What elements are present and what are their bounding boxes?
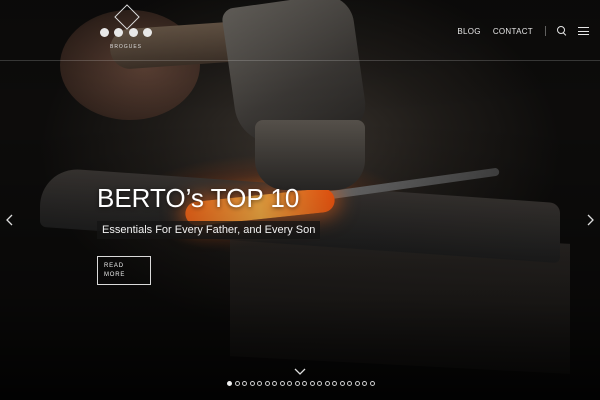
- carousel-dot[interactable]: [227, 381, 232, 386]
- slide-subtitle: Essentials For Every Father, and Every S…: [97, 221, 321, 239]
- search-icon-handle: [562, 32, 567, 36]
- carousel-dot[interactable]: [347, 381, 353, 386]
- logo-dot: [100, 28, 109, 37]
- carousel-dot[interactable]: [317, 381, 323, 386]
- brand-logo[interactable]: BROGUES: [100, 4, 152, 50]
- hamburger-menu-icon[interactable]: [578, 25, 590, 37]
- nav-link-blog[interactable]: BLOG: [457, 27, 480, 36]
- carousel-dot[interactable]: [302, 381, 308, 386]
- carousel-dot[interactable]: [279, 381, 285, 386]
- carousel-dot[interactable]: [287, 381, 293, 386]
- carousel-dot[interactable]: [339, 381, 345, 386]
- carousel-dot[interactable]: [257, 381, 263, 386]
- read-more-label-line2: MORE: [104, 272, 126, 278]
- carousel-dot[interactable]: [369, 381, 375, 386]
- carousel-dot[interactable]: [264, 381, 270, 386]
- read-more-label-line1: READ: [104, 263, 124, 269]
- main-nav: BLOG CONTACT: [457, 24, 600, 38]
- carousel-dot[interactable]: [332, 381, 338, 386]
- carousel-dot[interactable]: [249, 381, 255, 386]
- top-navigation-bar: BROGUES BLOG CONTACT: [0, 0, 600, 61]
- slide-title: BERTO’s TOP 10: [97, 183, 300, 213]
- chevron-left-icon[interactable]: [4, 213, 16, 227]
- hammer-face-shape: [255, 120, 365, 190]
- carousel-dot[interactable]: [234, 381, 240, 386]
- carousel-dot[interactable]: [354, 381, 360, 386]
- carousel-dot[interactable]: [272, 381, 278, 386]
- carousel-dot[interactable]: [324, 381, 330, 386]
- carousel-dot[interactable]: [362, 381, 368, 386]
- read-more-button[interactable]: READ MORE: [97, 256, 151, 285]
- chevron-down-icon[interactable]: [293, 367, 307, 377]
- carousel-dot[interactable]: [294, 381, 300, 386]
- hero-slider: BROGUES BLOG CONTACT BERTO’s TOP 10 Esse…: [0, 0, 600, 400]
- logo-dots: [100, 28, 152, 37]
- chevron-right-icon[interactable]: [584, 213, 596, 227]
- search-icon[interactable]: [556, 25, 568, 37]
- menu-icon-line: [578, 34, 589, 36]
- carousel-dot[interactable]: [242, 381, 248, 386]
- logo-dot: [128, 28, 138, 37]
- logo-dot: [142, 28, 152, 37]
- logo-wordmark: BROGUES: [109, 44, 142, 50]
- nav-divider: [545, 26, 546, 36]
- carousel-dot[interactable]: [309, 381, 315, 386]
- carousel-pagination: [227, 381, 375, 389]
- logo-diamond-icon: [114, 4, 140, 30]
- menu-icon-line: [578, 30, 589, 32]
- logo-dot: [114, 28, 124, 37]
- nav-link-contact[interactable]: CONTACT: [493, 27, 533, 36]
- menu-icon-line: [578, 27, 589, 29]
